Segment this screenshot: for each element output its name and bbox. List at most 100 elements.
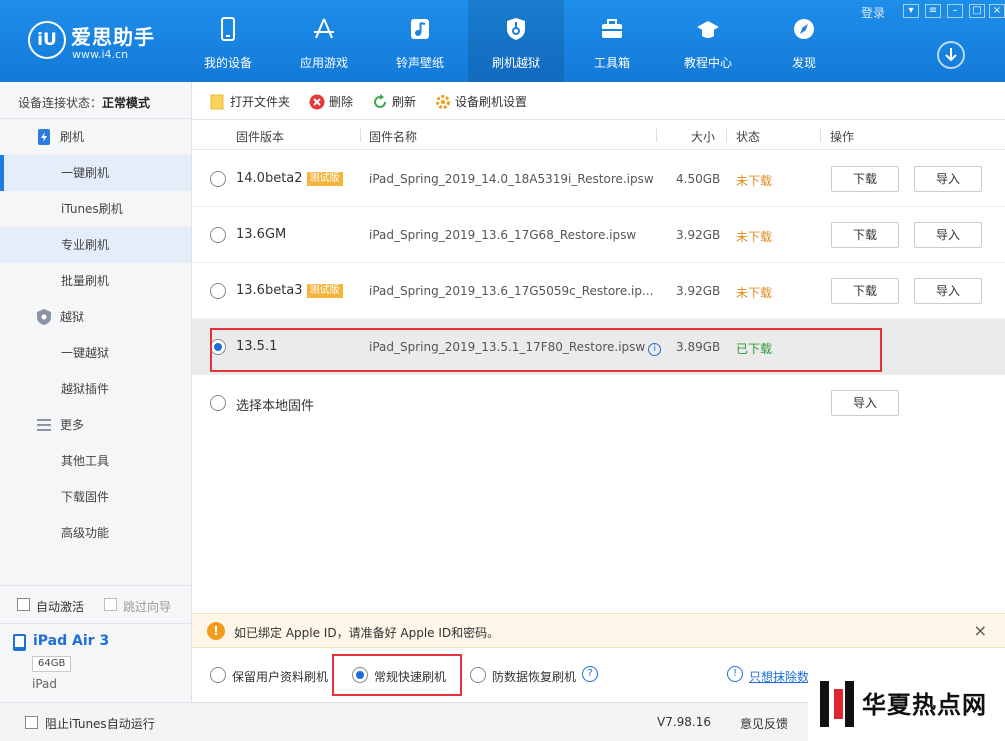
sidebar-group-jailbreak[interactable]: 越狱 xyxy=(0,299,191,335)
shield-icon xyxy=(37,309,51,325)
import-button[interactable]: 导入 xyxy=(914,278,982,304)
download-icon xyxy=(945,48,957,62)
connection-label: 设备连接状态： xyxy=(18,96,103,110)
device-flash-settings-button[interactable]: 设备刷机设置 xyxy=(435,93,527,111)
download-button[interactable]: 下载 xyxy=(831,166,899,192)
shield-key-icon xyxy=(507,18,525,40)
delete-button[interactable]: 删除 xyxy=(309,93,353,111)
firmware-name: iPad_Spring_2019_13.6_17G68_Restore.ipsw xyxy=(369,228,637,242)
tablet-icon xyxy=(13,634,26,651)
close-notice-icon[interactable]: × xyxy=(974,621,987,640)
menu-button[interactable]: ≡ xyxy=(925,4,941,18)
maximize-button[interactable]: □ xyxy=(969,4,985,18)
refresh-button[interactable]: 刷新 xyxy=(372,93,416,111)
toolbar: 打开文件夹 删除 刷新 设备刷机设置 xyxy=(192,82,1005,120)
help-icon[interactable]: ? xyxy=(582,666,598,682)
device-card[interactable]: iPad Air 3 64GB iPad xyxy=(0,623,191,703)
firmware-name: iPad_Spring_2019_13.6_17G5059c_Restore.i… xyxy=(369,284,654,298)
local-firmware-radio[interactable] xyxy=(210,395,226,411)
skip-guide-label: 跳过向导 xyxy=(123,600,172,614)
firmware-row[interactable]: 13.6beta3 测试版 iPad_Spring_2019_13.6_17G50… xyxy=(192,263,1005,319)
sidebar-options: 自动激活 跳过向导 xyxy=(0,585,191,623)
app-header: iU 爱思助手 www.i4.cn 我的设备 应用游戏 铃声壁纸 刷机越狱 工具… xyxy=(0,0,1005,82)
nav-label: 发现 xyxy=(791,56,816,70)
minimize-button[interactable]: – xyxy=(947,4,963,18)
close-button[interactable]: × xyxy=(989,4,1005,18)
nav-ringtones[interactable]: 铃声壁纸 xyxy=(372,0,468,82)
import-button[interactable]: 导入 xyxy=(914,222,982,248)
nav-discover[interactable]: 发现 xyxy=(756,0,852,82)
col-status: 状态 xyxy=(736,130,761,144)
download-button[interactable]: 下载 xyxy=(831,278,899,304)
delete-icon xyxy=(309,94,325,110)
sidebar-label: 下载固件 xyxy=(61,490,110,504)
firmware-size: 3.92GB xyxy=(676,284,721,298)
sidebar-item-pro-flash[interactable]: 专业刷机 xyxy=(0,227,191,263)
menu-icon xyxy=(37,419,51,431)
block-itunes-checkbox[interactable] xyxy=(25,716,38,729)
firmware-status: 未下载 xyxy=(736,286,773,300)
connection-value: 正常模式 xyxy=(102,96,151,110)
sidebar-label: 批量刷机 xyxy=(61,274,110,288)
logo-name: 爱思助手 xyxy=(71,25,155,49)
phone-flash-icon xyxy=(38,129,50,145)
sidebar-label: 刷机 xyxy=(60,130,85,144)
sidebar-item-download-firmware[interactable]: 下载固件 xyxy=(0,479,191,515)
skin-button[interactable]: ▾ xyxy=(903,4,919,18)
firmware-radio[interactable] xyxy=(210,227,226,243)
nav-my-device[interactable]: 我的设备 xyxy=(180,0,276,82)
nav-tutorials[interactable]: 教程中心 xyxy=(660,0,756,82)
nav-apps-games[interactable]: 应用游戏 xyxy=(276,0,372,82)
sidebar-item-other-tools[interactable]: 其他工具 xyxy=(0,443,191,479)
firmware-version-cell: 14.0beta2 测试版 xyxy=(236,171,343,186)
download-button[interactable]: 下载 xyxy=(831,222,899,248)
nav-flash-jailbreak[interactable]: 刷机越狱 xyxy=(468,0,564,82)
minimize-icon: – xyxy=(952,5,958,16)
feedback-link[interactable]: 意见反馈 xyxy=(740,715,788,732)
sidebar-item-jailbreak-plugins[interactable]: 越狱插件 xyxy=(0,371,191,407)
sidebar-label: 其他工具 xyxy=(61,454,110,468)
sidebar-item-batch-flash[interactable]: 批量刷机 xyxy=(0,263,191,299)
skip-guide-checkbox[interactable] xyxy=(104,598,117,611)
firmware-version: 13.6beta3 xyxy=(236,283,303,298)
sidebar-label: iTunes刷机 xyxy=(61,202,123,216)
sidebar-group-more[interactable]: 更多 xyxy=(0,407,191,443)
compass-icon xyxy=(794,19,814,39)
firmware-row[interactable]: 14.0beta2 测试版 iPad_Spring_2019_14.0_18A53… xyxy=(192,151,1005,207)
sidebar-item-one-click-jailbreak[interactable]: 一键越狱 xyxy=(0,335,191,371)
device-storage: 64GB xyxy=(32,656,72,672)
sidebar-item-advanced[interactable]: 高级功能 xyxy=(0,515,191,551)
erase-only-link[interactable]: 只想抹除数 xyxy=(749,668,809,685)
sidebar-item-itunes-flash[interactable]: iTunes刷机 xyxy=(0,191,191,227)
local-firmware-row[interactable]: 选择本地固件 导入 xyxy=(192,375,1005,431)
watermark: 华夏热点网 xyxy=(808,673,1005,741)
sidebar-label: 越狱 xyxy=(60,310,85,324)
import-button[interactable]: 导入 xyxy=(831,390,899,416)
auto-activate-checkbox[interactable] xyxy=(17,598,30,611)
highlight-box xyxy=(210,328,882,372)
sidebar-label: 更多 xyxy=(60,418,85,432)
firmware-radio[interactable] xyxy=(210,171,226,187)
toolbar-label: 刷新 xyxy=(392,95,417,109)
block-itunes-label: 阻止iTunes自动运行 xyxy=(45,717,155,731)
anti-recovery-radio[interactable] xyxy=(470,667,486,683)
import-button[interactable]: 导入 xyxy=(914,166,982,192)
auto-activate-label: 自动激活 xyxy=(36,600,85,614)
login-link[interactable]: 登录 xyxy=(861,4,885,21)
firmware-status: 未下载 xyxy=(736,230,773,244)
sidebar-item-one-click-flash[interactable]: 一键刷机 xyxy=(0,155,191,191)
col-name: 固件名称 xyxy=(369,130,418,144)
firmware-radio[interactable] xyxy=(210,283,226,299)
music-note-icon xyxy=(411,19,429,39)
open-folder-button[interactable]: 打开文件夹 xyxy=(210,93,290,111)
nav-label: 铃声壁纸 xyxy=(395,56,444,70)
sidebar-label: 一键越狱 xyxy=(61,346,110,360)
logo-url: www.i4.cn xyxy=(72,48,129,61)
device-name: iPad Air 3 xyxy=(33,633,110,649)
firmware-row[interactable]: 13.6GM iPad_Spring_2019_13.6_17G68_Resto… xyxy=(192,207,1005,263)
nav-toolbox[interactable]: 工具箱 xyxy=(564,0,660,82)
download-manager-button[interactable] xyxy=(937,41,965,69)
keep-data-radio[interactable] xyxy=(210,667,226,683)
phone-icon xyxy=(221,17,235,41)
sidebar-group-flash[interactable]: 刷机 xyxy=(0,119,191,155)
